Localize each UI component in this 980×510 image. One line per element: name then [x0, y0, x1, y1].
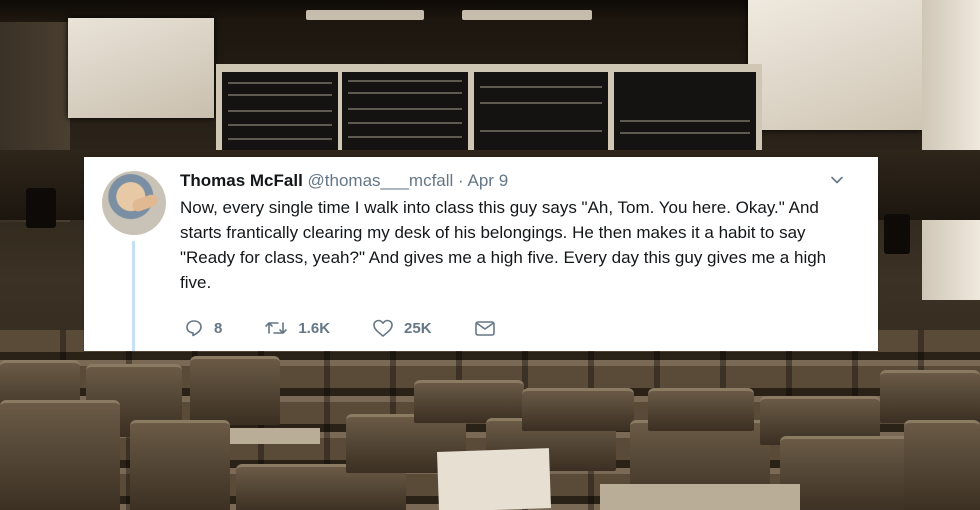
seat [522, 388, 634, 431]
like-button[interactable]: 25K [372, 318, 432, 338]
retweet-icon [265, 322, 288, 334]
chalkboard-panel [474, 72, 608, 154]
heart-icon [373, 319, 393, 337]
desk [600, 484, 800, 510]
seat [780, 436, 920, 510]
chalkboard-panel [614, 72, 756, 154]
speaker [884, 214, 910, 254]
chalkboard-panel [342, 72, 468, 154]
seat [880, 370, 980, 423]
tweet-card: Thomas McFall @thomas___mcfall · Apr 9 N… [84, 157, 878, 351]
thread-line [132, 241, 135, 351]
seat [190, 356, 280, 425]
chalkboard-panel [222, 72, 338, 154]
reply-count: 8 [214, 319, 223, 337]
ceiling-light [306, 10, 424, 20]
reply-button[interactable]: 8 [184, 318, 222, 338]
author-name[interactable]: Thomas McFall [180, 171, 303, 190]
separator-dot: · [458, 171, 464, 190]
retweet-button[interactable]: 1.6K [264, 318, 330, 338]
like-count: 25K [404, 319, 432, 337]
avatar[interactable] [102, 171, 166, 235]
tweet-date[interactable]: Apr 9 [468, 171, 509, 190]
tweet-actions: 8 1.6K 25K [184, 317, 548, 339]
chevron-down-icon[interactable] [830, 173, 844, 187]
tweet-header: Thomas McFall @thomas___mcfall · Apr 9 [180, 171, 508, 191]
reply-icon [186, 320, 202, 337]
seat [0, 400, 120, 510]
seat [414, 380, 524, 423]
ceiling-light [462, 10, 592, 20]
speaker [26, 188, 56, 228]
desk [230, 428, 320, 444]
seat [130, 420, 230, 510]
retweet-count: 1.6K [298, 319, 331, 337]
author-handle[interactable]: @thomas___mcfall [308, 171, 454, 190]
seat [904, 420, 980, 510]
direct-message-button[interactable] [474, 318, 506, 338]
envelope-icon [474, 321, 495, 336]
paper-sheet [436, 448, 552, 510]
projection-screen-left [68, 18, 214, 118]
projection-screen-right [748, 0, 922, 130]
seat [648, 388, 754, 431]
tweet-text: Now, every single time I walk into class… [180, 198, 827, 292]
